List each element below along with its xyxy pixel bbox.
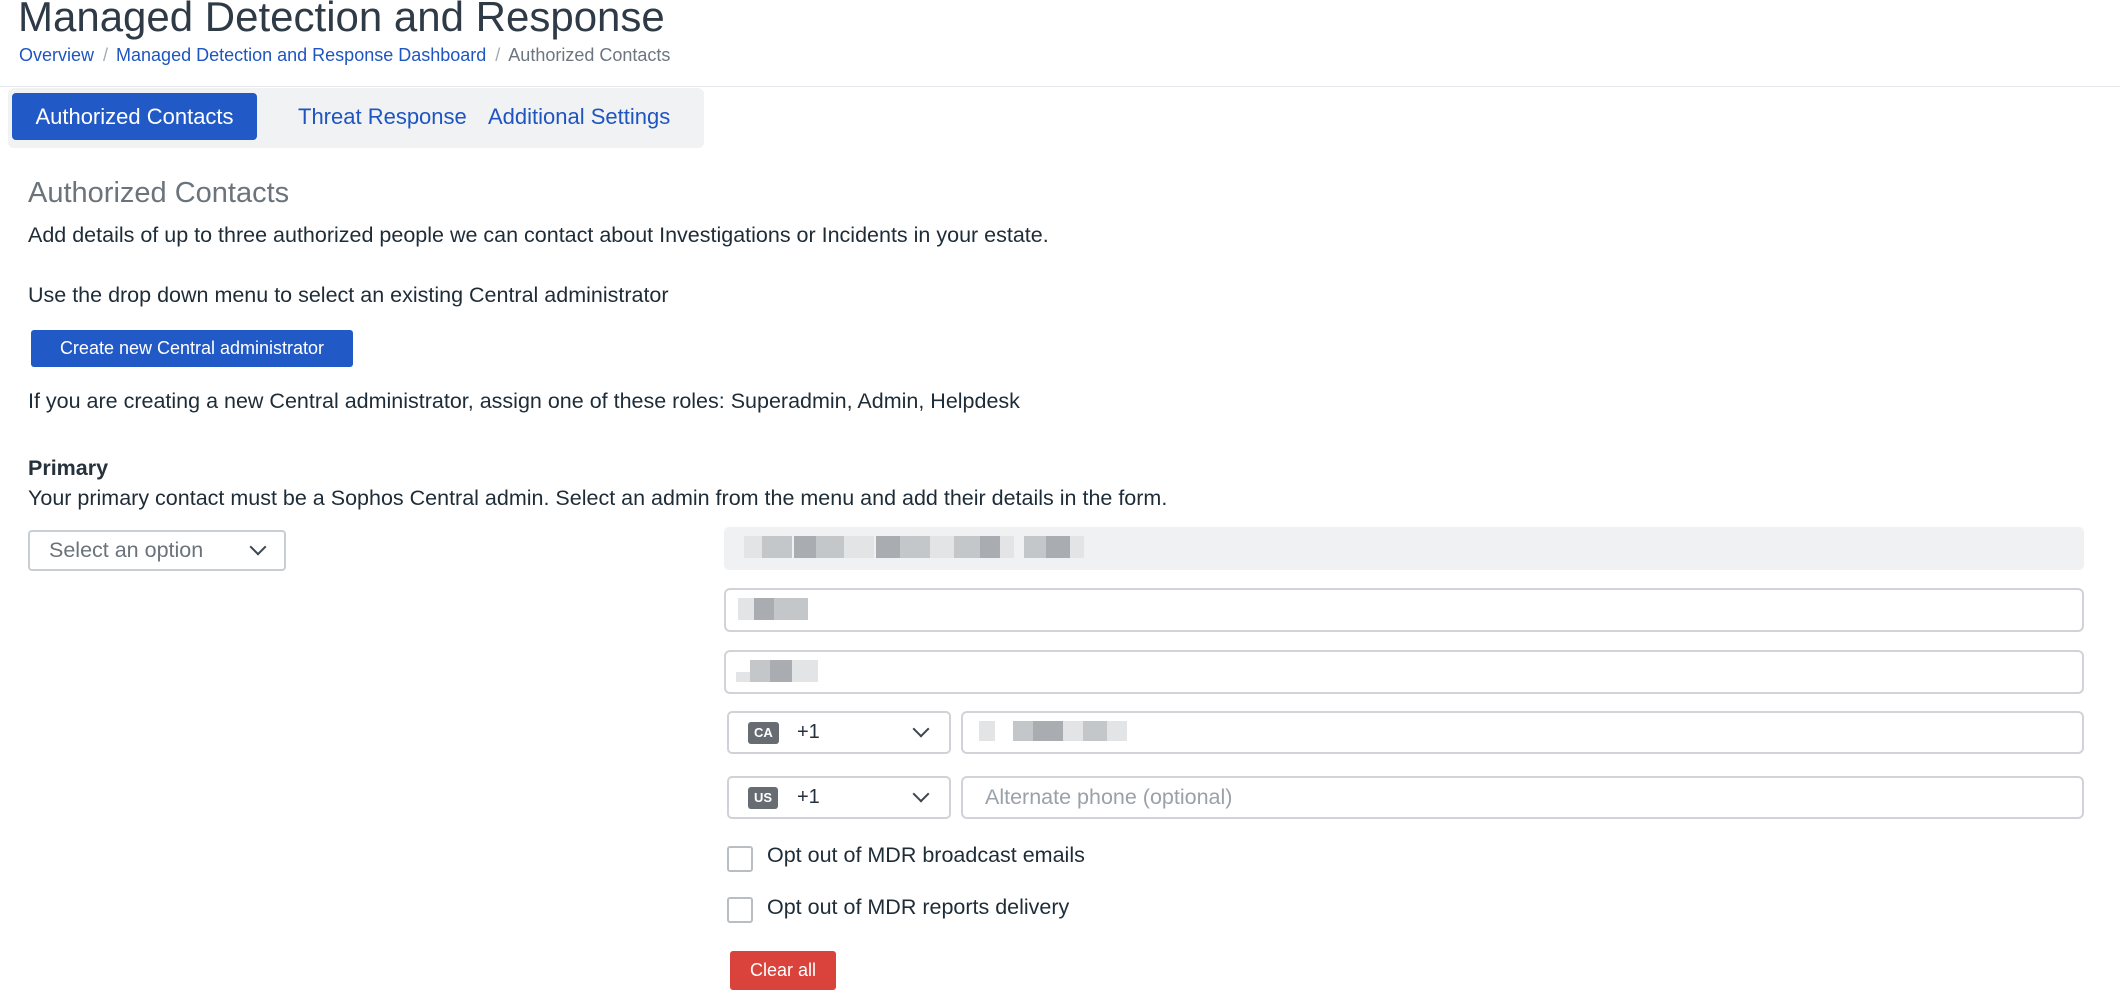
opt-out-broadcast-emails-checkbox[interactable] [727, 846, 753, 872]
breadcrumb-mdr-dashboard-link[interactable]: Managed Detection and Response Dashboard [116, 42, 486, 68]
breadcrumb-overview-link[interactable]: Overview [19, 42, 94, 68]
chevron-down-icon [912, 785, 930, 803]
alt-phone-country-select[interactable]: US +1 [727, 776, 951, 819]
breadcrumb: Overview / Managed Detection and Respons… [19, 42, 670, 68]
breadcrumb-current: Authorized Contacts [508, 45, 671, 65]
dial-code: +1 [797, 721, 820, 743]
dropdown-hint: Use the drop down menu to select an exis… [28, 283, 669, 307]
alternate-phone-field[interactable] [961, 776, 2084, 819]
primary-description: Your primary contact must be a Sophos Ce… [28, 486, 1168, 510]
last-name-field[interactable] [724, 650, 2084, 694]
roles-hint: If you are creating a new Central admini… [28, 389, 1020, 413]
first-name-field[interactable] [724, 588, 2084, 632]
page-title: Managed Detection and Response [18, 0, 665, 40]
dial-code: +1 [797, 786, 820, 808]
country-code-badge: US [748, 787, 779, 809]
opt-out-reports-delivery-label[interactable]: Opt out of MDR reports delivery [767, 892, 1069, 922]
tab-threat-response[interactable]: Threat Response [278, 93, 487, 140]
primary-heading: Primary [28, 456, 109, 480]
header-divider [0, 86, 2120, 87]
opt-out-reports-delivery-checkbox[interactable] [727, 897, 753, 923]
clear-all-button[interactable]: Clear all [730, 951, 836, 990]
tab-authorized-contacts[interactable]: Authorized Contacts [12, 93, 257, 140]
admin-select-placeholder: Select an option [49, 538, 204, 562]
opt-out-broadcast-emails-label[interactable]: Opt out of MDR broadcast emails [767, 840, 1085, 870]
phone-country-select[interactable]: CA +1 [727, 711, 951, 754]
chevron-down-icon [912, 720, 930, 738]
alternate-phone-input[interactable] [963, 778, 2082, 817]
create-central-admin-button[interactable]: Create new Central administrator [31, 330, 353, 367]
contact-name-readonly-field [724, 527, 2084, 570]
mdr-authorized-contacts-page: Managed Detection and Response Overview … [0, 0, 2120, 1000]
chevron-down-icon [249, 538, 267, 556]
breadcrumb-separator: / [103, 45, 109, 65]
tab-bar: Authorized Contacts Threat Response Addi… [8, 88, 704, 148]
section-title: Authorized Contacts [28, 177, 290, 209]
admin-select[interactable]: Select an option [28, 530, 286, 571]
country-code-badge: CA [748, 722, 779, 744]
section-description: Add details of up to three authorized pe… [28, 223, 1049, 247]
phone-field[interactable] [961, 711, 2084, 754]
breadcrumb-separator: / [495, 45, 501, 65]
tab-additional-settings[interactable]: Additional Settings [468, 93, 690, 140]
